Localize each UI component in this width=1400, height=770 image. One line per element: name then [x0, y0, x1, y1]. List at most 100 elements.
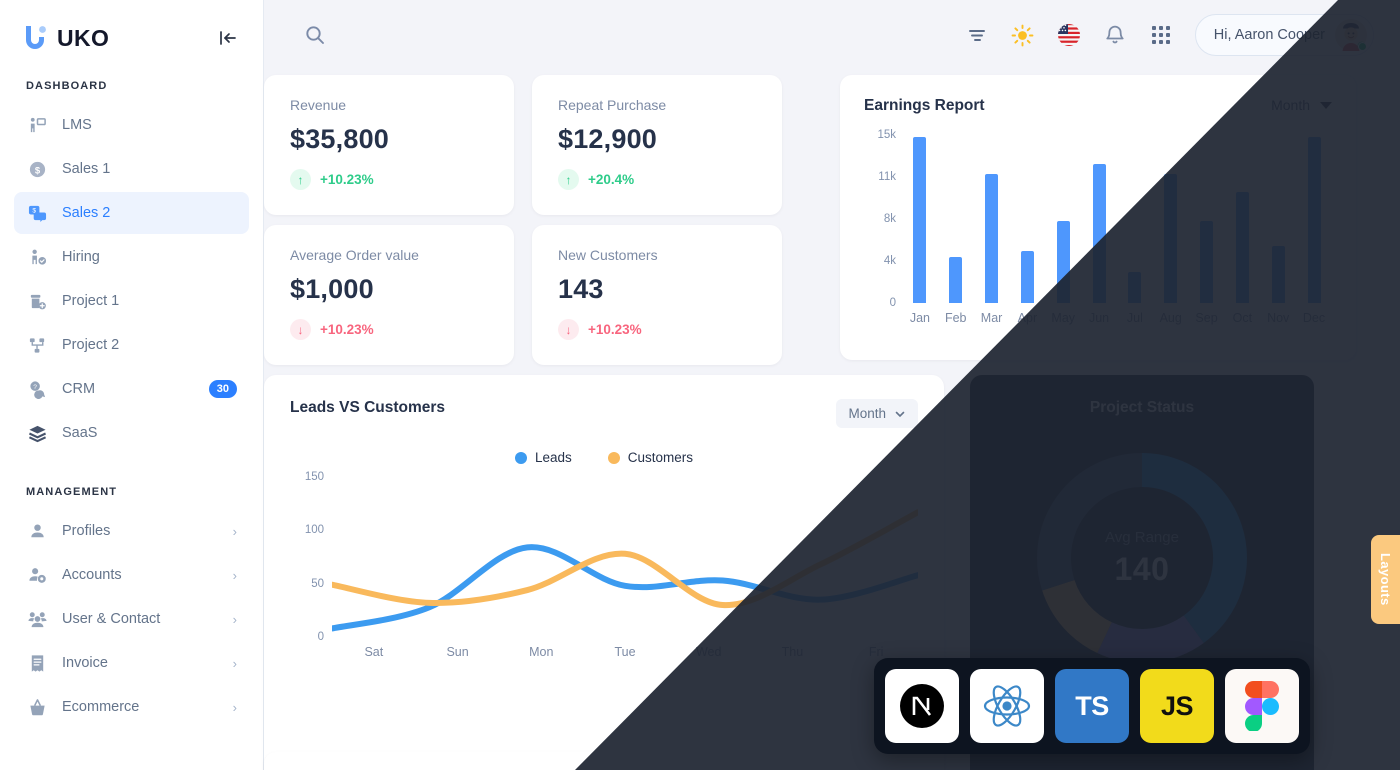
- sidebar-item-invoice[interactable]: Invoice ›: [14, 642, 249, 684]
- y-axis-tick: 0: [317, 631, 324, 643]
- sun-theme-icon[interactable]: [1011, 23, 1035, 47]
- bar-column[interactable]: [1081, 135, 1117, 303]
- sidebar-item-label: SaaS: [62, 425, 98, 441]
- sidebar: UKO DASHBOARD LMS $ Sales 1 $ Sales 2 Hi…: [0, 0, 264, 770]
- layouts-tab-button[interactable]: Layouts: [1371, 535, 1400, 624]
- bar-column[interactable]: [1260, 135, 1296, 303]
- collapse-sidebar-icon[interactable]: [215, 25, 241, 51]
- arrow-up-icon: ↑: [558, 169, 579, 190]
- figma-logo[interactable]: [1225, 669, 1299, 743]
- users-icon: [26, 608, 48, 630]
- bar-column[interactable]: [1009, 135, 1045, 303]
- x-axis-tick: Mon: [529, 645, 554, 659]
- donut-segment[interactable]: [1042, 579, 1113, 654]
- sidebar-item-user-contact[interactable]: User & Contact ›: [14, 598, 249, 640]
- sidebar-item-project-1[interactable]: Project 1: [14, 280, 249, 322]
- uko-logo-icon: [26, 26, 46, 49]
- legend-item[interactable]: Leads: [514, 450, 572, 465]
- bar-column[interactable]: [1117, 135, 1153, 303]
- sidebar-item-profiles[interactable]: Profiles ›: [14, 510, 249, 552]
- typescript-logo[interactable]: TS: [1055, 669, 1129, 743]
- x-axis-tick: May: [1051, 311, 1076, 325]
- sidebar-item-label: User & Contact: [62, 611, 161, 627]
- nextjs-logo[interactable]: [885, 669, 959, 743]
- donut-segment[interactable]: [1097, 615, 1204, 663]
- donut-center-text: Avg Range 140: [1105, 529, 1179, 588]
- bar: [1271, 246, 1285, 303]
- top-header: Hi, Aaron Cooper: [264, 0, 1400, 70]
- stat-card-average-order-value: Average Order value $1,000 ↓ +10.23%: [264, 225, 514, 365]
- sidebar-item-label: Sales 2: [62, 205, 111, 221]
- x-axis-tick: Aug: [1159, 311, 1182, 325]
- layouts-tab-label: Layouts: [1378, 553, 1393, 606]
- brand[interactable]: UKO: [22, 24, 109, 52]
- stat-delta-text: +10.23%: [588, 322, 642, 337]
- earnings-range-select[interactable]: Month: [1271, 97, 1332, 113]
- stat-title: Average Order value: [290, 247, 419, 263]
- search-icon[interactable]: [304, 24, 326, 46]
- sidebar-item-sales-1[interactable]: $ Sales 1: [14, 148, 249, 190]
- sidebar-item-accounts[interactable]: Accounts ›: [14, 554, 249, 596]
- y-axis-tick: 15k: [877, 129, 896, 141]
- bell-notification-icon[interactable]: [1103, 23, 1127, 47]
- bar-column[interactable]: [974, 135, 1010, 303]
- stat-title: Repeat Purchase: [558, 97, 667, 113]
- us-flag-icon[interactable]: [1057, 23, 1081, 47]
- donut-center-label: Avg Range: [1105, 528, 1179, 546]
- bar-column[interactable]: [1045, 135, 1081, 303]
- layers-icon: [26, 422, 48, 444]
- x-axis-tick: Sun: [446, 645, 469, 659]
- earnings-range-value: Month: [1271, 97, 1310, 113]
- dashboard-root: UKO DASHBOARD LMS $ Sales 1 $ Sales 2 Hi…: [0, 0, 1400, 770]
- sidebar-item-sales-2[interactable]: $ Sales 2: [14, 192, 249, 234]
- bar-column[interactable]: [1189, 135, 1225, 303]
- user-avatar[interactable]: [1335, 19, 1367, 51]
- javascript-logo[interactable]: JS: [1140, 669, 1214, 743]
- sidebar-item-label: Project 1: [62, 293, 120, 309]
- earnings-card-header: Earnings Report Month: [864, 97, 1332, 115]
- y-axis-tick: 50: [311, 577, 324, 590]
- user-menu-button[interactable]: Hi, Aaron Cooper: [1194, 14, 1374, 56]
- chevron-right-icon: ›: [232, 523, 237, 539]
- sidebar-section-dashboard-label: DASHBOARD: [26, 80, 108, 92]
- stat-delta: ↓ +10.23%: [558, 319, 756, 340]
- stat-title: New Customers: [558, 247, 658, 263]
- bar-column[interactable]: [938, 135, 974, 303]
- legend-label: Leads: [534, 450, 572, 465]
- y-axis-tick: 0: [889, 297, 896, 309]
- arrow-up-icon: ↑: [290, 169, 311, 190]
- sidebar-item-crm[interactable]: ? CRM 30: [14, 368, 249, 410]
- stat-card-repeat-purchase: Repeat Purchase $12,900 ↑ +20.4%: [532, 75, 782, 215]
- grid-apps-icon[interactable]: [1149, 23, 1173, 47]
- x-axis-tick: Nov: [1267, 311, 1290, 325]
- leads-x-axis: Sat Sun Mon Tue Wed Thu Fri: [332, 645, 918, 659]
- svg-text:$: $: [34, 165, 40, 176]
- sidebar-item-saas[interactable]: SaaS: [14, 412, 249, 454]
- x-axis-tick: Tue: [614, 645, 636, 659]
- bar: [985, 173, 999, 303]
- bar-column[interactable]: [1153, 135, 1189, 303]
- legend-color-dot: [607, 451, 620, 464]
- y-axis-tick: 11k: [878, 171, 896, 183]
- bar: [1092, 164, 1106, 303]
- react-logo[interactable]: [970, 669, 1044, 743]
- donut-center-value: 140: [1114, 550, 1170, 587]
- bar: [1164, 173, 1178, 303]
- sidebar-item-project-2[interactable]: Project 2: [14, 324, 249, 366]
- filter-lines-icon[interactable]: [965, 23, 989, 47]
- bar-column[interactable]: [902, 135, 938, 303]
- leads-range-select[interactable]: Month: [836, 399, 918, 428]
- sidebar-item-lms[interactable]: LMS: [14, 104, 249, 146]
- sidebar-item-hiring[interactable]: Hiring: [14, 236, 249, 278]
- sidebar-item-ecommerce[interactable]: Ecommerce ›: [14, 686, 249, 728]
- x-axis-tick: Jun: [1088, 311, 1110, 325]
- sidebar-item-label: Ecommerce: [62, 699, 140, 715]
- bar-column[interactable]: [1296, 135, 1332, 303]
- arrow-down-icon: ↓: [290, 319, 311, 340]
- bar: [1200, 221, 1214, 303]
- x-axis-tick: Sat: [364, 645, 384, 659]
- x-axis-tick: Apr: [1017, 311, 1038, 325]
- page-title-earnings: Earnings Report: [864, 97, 985, 114]
- bar-column[interactable]: [1224, 135, 1260, 303]
- legend-item[interactable]: Customers: [607, 450, 693, 465]
